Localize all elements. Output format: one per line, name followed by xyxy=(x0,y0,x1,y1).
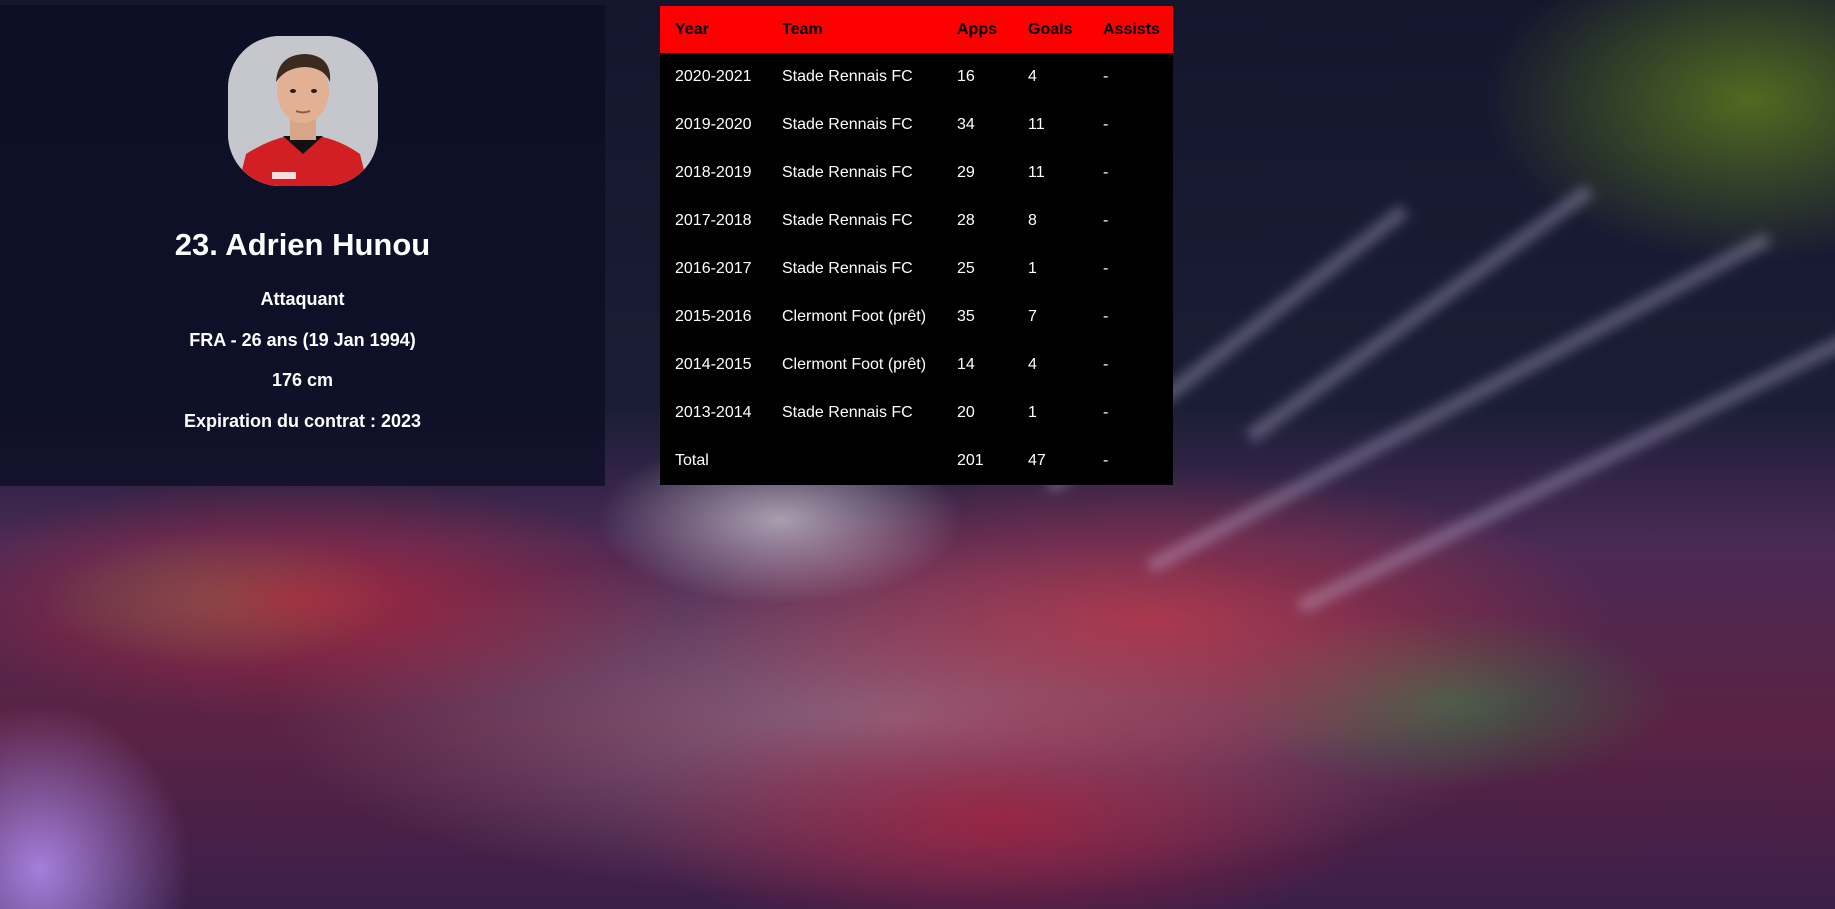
player-avatar xyxy=(228,36,378,186)
cell-apps: 25 xyxy=(957,260,975,277)
cell-total-label: Total xyxy=(675,452,709,469)
table-header-row: Year Team Apps Goals Assists xyxy=(660,6,1173,53)
cell-goals: 1 xyxy=(1028,404,1037,421)
table-row: 2020-2021 Stade Rennais FC 16 4 - xyxy=(660,53,1173,101)
cell-assists: - xyxy=(1103,308,1109,325)
cell-year: 2013-2014 xyxy=(675,404,752,421)
cell-year: 2015-2016 xyxy=(675,308,752,325)
cell-year: 2018-2019 xyxy=(675,164,752,181)
cell-apps: 201 xyxy=(957,452,984,469)
cell-assists: - xyxy=(1103,116,1109,133)
cell-team: Stade Rennais FC xyxy=(782,404,913,421)
cell-team: Clermont Foot (prêt) xyxy=(782,308,927,325)
cell-team: Stade Rennais FC xyxy=(782,164,913,181)
cell-assists: - xyxy=(1103,68,1109,85)
cell-goals: 8 xyxy=(1028,212,1037,229)
cell-team: Stade Rennais FC xyxy=(782,68,913,85)
cell-team: Stade Rennais FC xyxy=(782,212,913,229)
cell-goals: 4 xyxy=(1028,356,1037,373)
cell-year: 2019-2020 xyxy=(675,116,752,133)
player-card: 23. Adrien Hunou Attaquant FRA - 26 ans … xyxy=(0,5,605,486)
table-row: 2016-2017 Stade Rennais FC 25 1 - xyxy=(660,245,1173,293)
cell-apps: 35 xyxy=(957,308,975,325)
cell-apps: 29 xyxy=(957,164,975,181)
player-position: Attaquant xyxy=(260,289,345,309)
cell-goals: 4 xyxy=(1028,68,1037,85)
career-stats-table: Year Team Apps Goals Assists 2020-2021 S… xyxy=(660,6,1173,485)
cell-apps: 34 xyxy=(957,116,975,133)
cell-year: 2016-2017 xyxy=(675,260,752,277)
cell-assists: - xyxy=(1103,164,1109,181)
player-nationality-age: FRA - 26 ans (19 Jan 1994) xyxy=(189,330,416,350)
player-name: 23. Adrien Hunou xyxy=(174,227,431,262)
table-total-row: Total 201 47 - xyxy=(660,437,1173,485)
table-row: 2014-2015 Clermont Foot (prêt) 14 4 - xyxy=(660,341,1173,389)
cell-team: Clermont Foot (prêt) xyxy=(782,356,927,373)
header-goals: Goals xyxy=(1013,6,1088,53)
cell-year: 2017-2018 xyxy=(675,212,752,229)
background-light-streak xyxy=(1245,184,1594,443)
cell-goals: 47 xyxy=(1028,452,1046,469)
cell-team xyxy=(767,437,942,485)
cell-assists: - xyxy=(1103,356,1109,373)
table-row: 2017-2018 Stade Rennais FC 28 8 - xyxy=(660,197,1173,245)
header-assists: Assists xyxy=(1088,6,1173,53)
cell-year: 2020-2021 xyxy=(675,68,752,85)
table-row: 2018-2019 Stade Rennais FC 29 11 - xyxy=(660,149,1173,197)
cell-goals: 7 xyxy=(1028,308,1037,325)
player-contract: Expiration du contrat : 2023 xyxy=(183,411,422,431)
cell-apps: 16 xyxy=(957,68,975,85)
header-year: Year xyxy=(660,6,767,53)
cell-apps: 20 xyxy=(957,404,975,421)
cell-assists: - xyxy=(1103,452,1109,469)
background-light-streak xyxy=(1296,315,1835,614)
table-row: 2013-2014 Stade Rennais FC 20 1 - xyxy=(660,389,1173,437)
cell-team: Stade Rennais FC xyxy=(782,116,913,133)
cell-goals: 11 xyxy=(1028,116,1045,133)
player-photo-icon xyxy=(228,36,378,186)
header-apps: Apps xyxy=(942,6,1013,53)
cell-team: Stade Rennais FC xyxy=(782,260,913,277)
cell-assists: - xyxy=(1103,212,1109,229)
header-team: Team xyxy=(767,6,942,53)
player-height: 176 cm xyxy=(271,370,334,390)
cell-goals: 1 xyxy=(1028,260,1037,277)
cell-apps: 28 xyxy=(957,212,975,229)
table-row: 2015-2016 Clermont Foot (prêt) 35 7 - xyxy=(660,293,1173,341)
cell-goals: 11 xyxy=(1028,164,1045,181)
cell-year: 2014-2015 xyxy=(675,356,752,373)
cell-apps: 14 xyxy=(957,356,975,373)
cell-assists: - xyxy=(1103,260,1109,277)
cell-assists: - xyxy=(1103,404,1109,421)
table-row: 2019-2020 Stade Rennais FC 34 11 - xyxy=(660,101,1173,149)
